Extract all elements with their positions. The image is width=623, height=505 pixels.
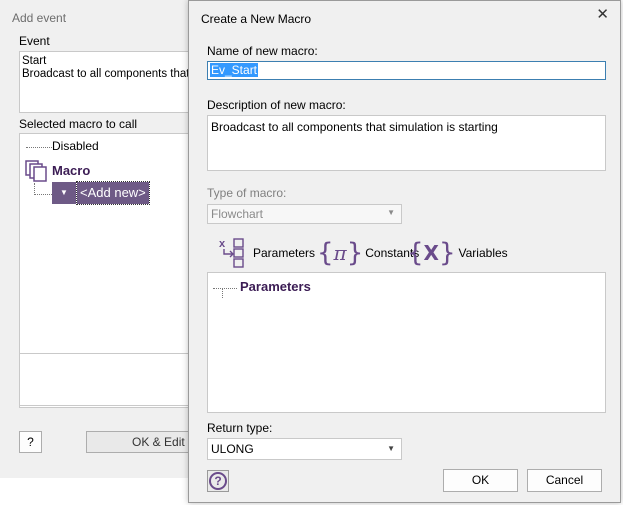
name-label: Name of new macro: — [207, 44, 318, 58]
ok-button[interactable]: OK — [443, 469, 518, 492]
event-line: Broadcast to all components that si — [22, 68, 194, 80]
chevron-down-icon[interactable]: ▼ — [52, 182, 76, 204]
macro-name-value: Ev_Start — [210, 63, 259, 77]
description-label: Description of new macro: — [207, 98, 346, 112]
type-label: Type of macro: — [207, 186, 287, 200]
add-event-dialog: Add event Event Start Broadcast to all c… — [0, 0, 200, 478]
parameters-tree-root[interactable]: Parameters — [240, 279, 311, 294]
return-type-label: Return type: — [207, 421, 273, 435]
event-textbox[interactable]: Start Broadcast to all components that s… — [19, 51, 194, 113]
selected-macro-label: Selected macro to call — [19, 117, 138, 131]
macro-name-field[interactable]: Ev_Start — [207, 61, 606, 80]
question-icon: ? — [209, 472, 227, 490]
macro-icon — [25, 160, 47, 182]
tree-item-macro[interactable]: Macro — [52, 163, 90, 178]
type-value: Flowchart — [211, 207, 264, 221]
return-type-select[interactable]: ULONG ▼ — [207, 438, 402, 460]
description-field[interactable]: Broadcast to all components that simulat… — [207, 115, 606, 171]
tab-variables[interactable]: {X} Variables — [407, 237, 508, 269]
tab-variables-label: Variables — [458, 246, 508, 260]
chevron-down-icon: ▼ — [387, 444, 395, 453]
variables-icon: {X} — [407, 238, 456, 268]
parameters-panel[interactable]: Parameters — [207, 272, 606, 413]
ok-edit-button[interactable]: OK & Edit M — [86, 431, 200, 453]
svg-text:x: x — [219, 238, 226, 250]
event-label: Event — [19, 34, 50, 48]
tree-item-add-new[interactable]: <Add new> — [76, 181, 150, 205]
help-icon-button[interactable]: ? — [207, 470, 229, 492]
macro-details-box — [19, 353, 194, 406]
event-line: Start — [22, 55, 47, 67]
tree-item-disabled[interactable]: Disabled — [52, 139, 99, 153]
tree-connector — [222, 288, 223, 298]
close-icon[interactable]: ✕ — [596, 5, 609, 23]
tab-parameters-label: Parameters — [253, 246, 316, 260]
parameters-icon: x — [219, 238, 244, 268]
tab-parameters[interactable]: x Parameters — [217, 237, 315, 269]
add-event-title: Add event — [12, 11, 67, 25]
tab-constants[interactable]: {π} Constants — [317, 237, 419, 269]
return-type-value: ULONG — [211, 442, 254, 456]
type-select[interactable]: Flowchart ▼ — [207, 204, 402, 224]
dialog-title: Create a New Macro — [201, 12, 312, 26]
tree-connector — [213, 288, 237, 289]
tab-bar: x Parameters {π} Constants {X} Variables — [217, 237, 607, 269]
tree-connector — [34, 194, 52, 195]
help-button[interactable]: ? — [19, 431, 42, 453]
chevron-down-icon: ▼ — [387, 208, 395, 217]
create-macro-dialog: Create a New Macro ✕ Name of new macro: … — [188, 0, 621, 503]
tree-connector — [26, 147, 52, 148]
constants-icon: {π} — [317, 238, 364, 268]
cancel-button[interactable]: Cancel — [527, 469, 602, 492]
